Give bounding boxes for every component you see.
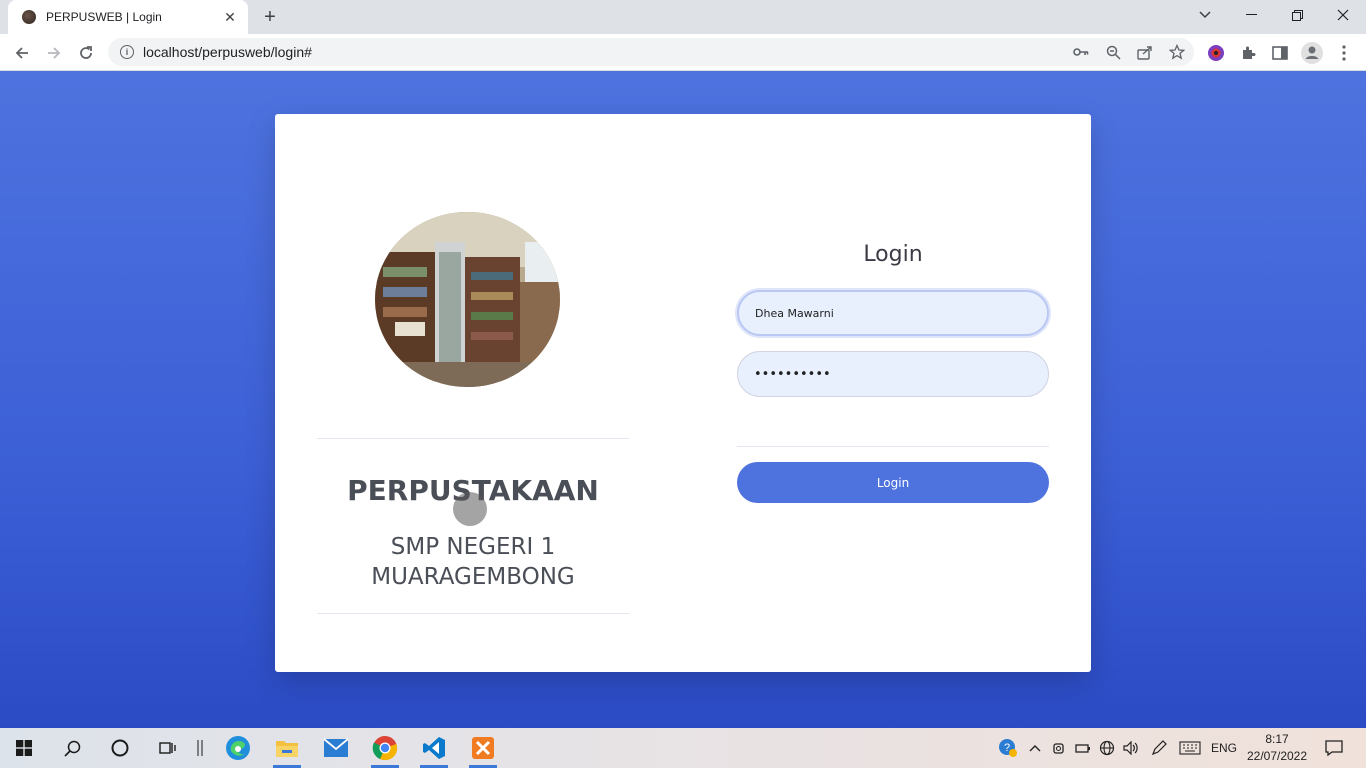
close-window-button[interactable] (1320, 0, 1366, 30)
tab-search-chevron-icon[interactable] (1182, 0, 1228, 30)
back-button[interactable] (8, 39, 36, 67)
show-hidden-icons-chevron-icon[interactable] (1024, 728, 1046, 768)
clock-time: 8:17 (1265, 732, 1289, 746)
search-icon[interactable] (50, 728, 94, 768)
mouse-cursor-indicator (453, 492, 487, 526)
clock-date: 22/07/2022 (1246, 749, 1308, 763)
side-panel-icon[interactable] (1268, 41, 1292, 65)
notification-center-icon[interactable] (1320, 728, 1348, 768)
battery-power-icon[interactable] (1072, 728, 1094, 768)
brand-subtitle-line2: MUARAGEMBONG (371, 564, 575, 590)
browser-tab[interactable]: PERPUSWEB | Login ✕ (8, 0, 248, 34)
profile-avatar-icon[interactable] (1300, 41, 1324, 65)
cortana-icon[interactable] (98, 728, 142, 768)
start-windows-icon[interactable] (2, 728, 46, 768)
library-photo (375, 212, 560, 387)
bookmark-star-icon[interactable] (1168, 43, 1186, 61)
chrome-browser-icon[interactable] (363, 728, 407, 768)
input-language-indicator[interactable]: ENG (1208, 728, 1240, 768)
login-button[interactable]: Login (737, 462, 1049, 503)
favicon-icon (22, 10, 36, 24)
browser-toolbar: i localhost/perpusweb/login# (0, 34, 1366, 71)
tab-title: PERPUSWEB | Login (46, 10, 162, 24)
site-info-icon[interactable]: i (120, 45, 134, 59)
close-tab-icon[interactable]: ✕ (222, 9, 238, 25)
password-input[interactable] (737, 351, 1049, 397)
edge-browser-icon[interactable] (216, 728, 260, 768)
xampp-icon[interactable] (461, 728, 505, 768)
mail-icon[interactable] (314, 728, 358, 768)
browser-tab-bar: PERPUSWEB | Login ✕ + (0, 0, 1366, 34)
vscode-icon[interactable] (412, 728, 456, 768)
forward-arrow-icon (48, 47, 61, 59)
volume-speaker-icon[interactable] (1120, 728, 1142, 768)
minimize-button[interactable] (1228, 0, 1274, 30)
windows-taskbar: ? ENG 8:17 22/07/2022 (0, 728, 1366, 768)
address-bar[interactable]: i localhost/perpusweb/login# (108, 38, 1194, 66)
brand-divider-bottom (317, 613, 629, 614)
reload-button[interactable] (72, 39, 100, 67)
url-text: localhost/perpusweb/login# (143, 44, 312, 60)
new-tab-button[interactable]: + (258, 6, 282, 28)
restore-button[interactable] (1274, 0, 1320, 30)
brand-divider-top (317, 438, 629, 439)
pen-workspace-icon[interactable] (1148, 728, 1170, 768)
key-icon[interactable] (1072, 43, 1090, 61)
browser-menu-icon[interactable] (1332, 41, 1356, 65)
login-heading: Login (863, 242, 923, 267)
username-input[interactable] (737, 290, 1049, 336)
network-globe-icon[interactable] (1096, 728, 1118, 768)
share-icon[interactable] (1136, 43, 1154, 61)
extension-color-icon[interactable] (1204, 41, 1228, 65)
forward-button[interactable] (40, 39, 68, 67)
help-notification-icon[interactable]: ? (996, 728, 1020, 768)
file-explorer-icon[interactable] (265, 728, 309, 768)
brand-subtitle-line1: SMP NEGERI 1 (390, 534, 556, 560)
extensions-puzzle-icon[interactable] (1236, 41, 1260, 65)
meet-now-icon[interactable] (1048, 728, 1070, 768)
zoom-icon[interactable] (1104, 43, 1122, 61)
page-background: PERPUSTAKAAN SMP NEGERI 1 MUARAGEMBONG L… (0, 71, 1366, 728)
taskbar-clock[interactable]: 8:17 22/07/2022 (1244, 731, 1310, 765)
reload-icon (80, 46, 92, 59)
back-arrow-icon (15, 47, 28, 59)
brand-subtitle: SMP NEGERI 1 MUARAGEMBONG (317, 532, 629, 592)
form-divider (737, 446, 1049, 447)
touch-keyboard-icon[interactable] (1176, 728, 1204, 768)
login-card: PERPUSTAKAAN SMP NEGERI 1 MUARAGEMBONG L… (275, 114, 1091, 672)
show-desktop-button[interactable] (1360, 728, 1366, 768)
